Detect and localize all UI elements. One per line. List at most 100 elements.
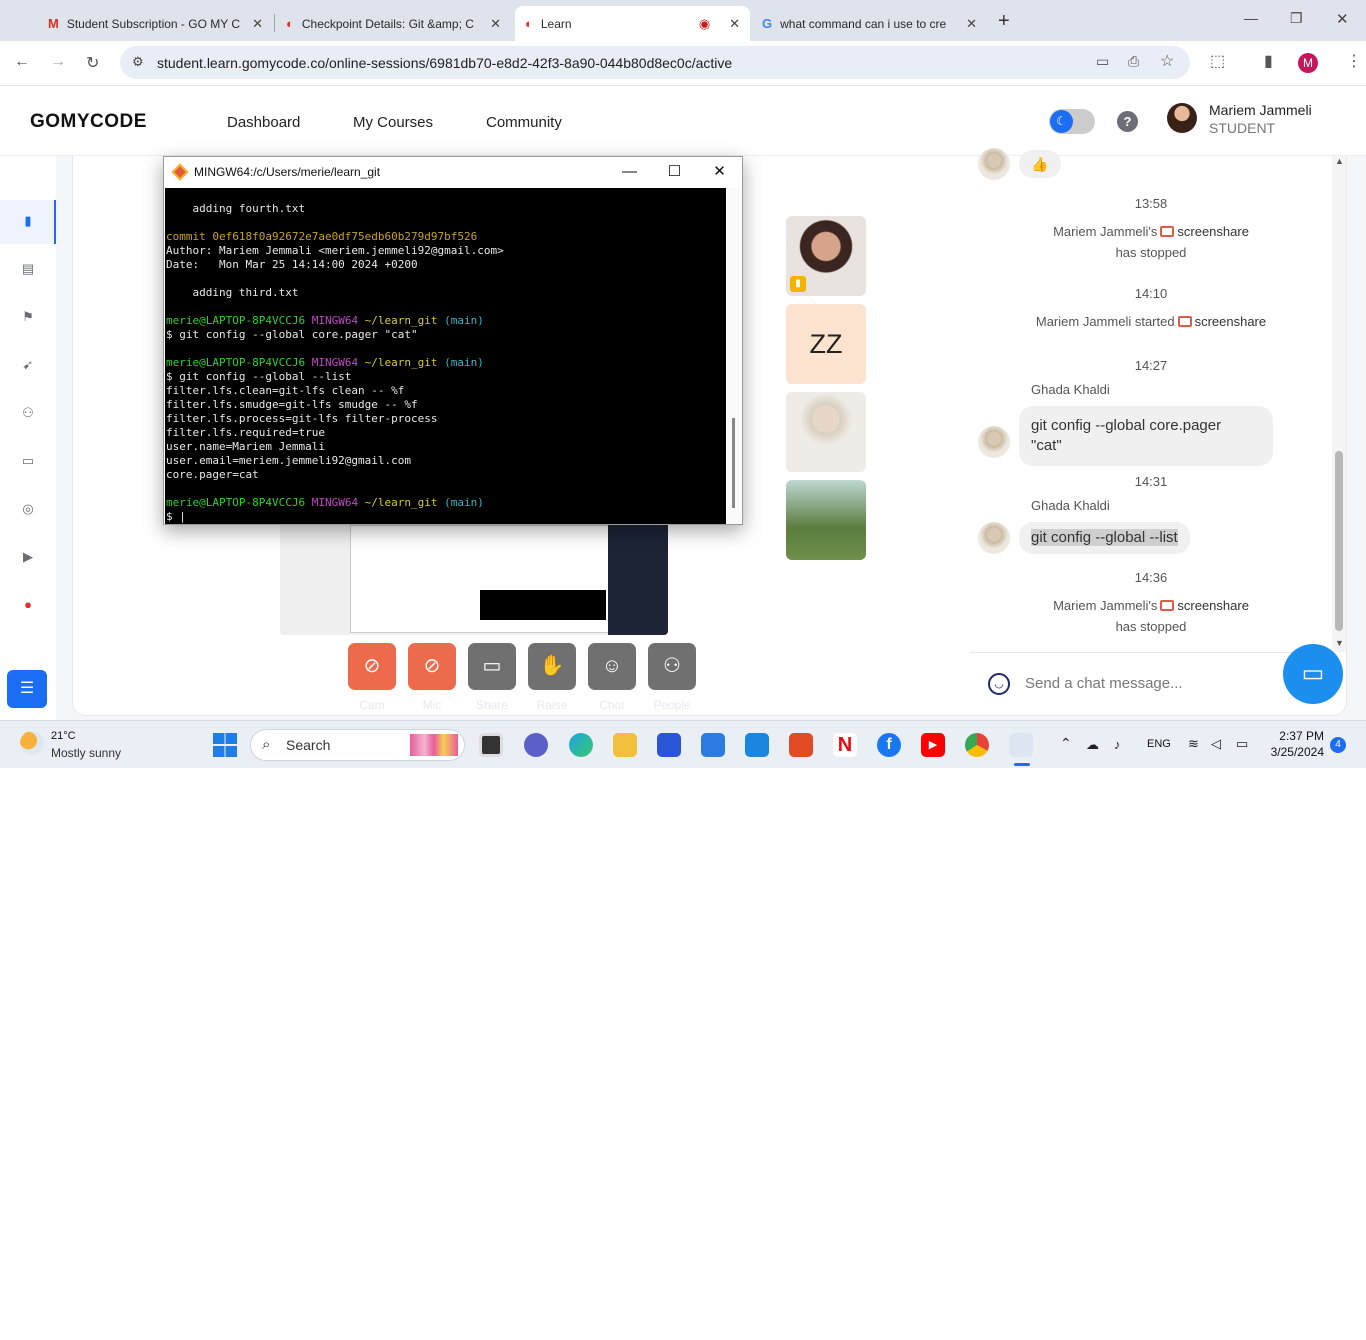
participant-initials[interactable]: ZZ bbox=[786, 304, 866, 384]
tab-learn[interactable]: ◐ Learn ◉ ✕ bbox=[515, 6, 750, 41]
camera-off-icon: ⊘ bbox=[363, 655, 381, 677]
close-icon[interactable]: ✕ bbox=[966, 16, 977, 32]
document-icon[interactable]: ▤ bbox=[20, 261, 36, 277]
participant-video[interactable] bbox=[786, 392, 866, 472]
youtube-icon[interactable]: ▶ bbox=[921, 733, 945, 757]
onedrive-icon[interactable]: ☁ bbox=[1086, 737, 1099, 753]
store-icon[interactable] bbox=[701, 733, 725, 757]
teams-icon[interactable] bbox=[524, 733, 548, 757]
minimize-icon[interactable]: — bbox=[1244, 10, 1258, 26]
nav-community[interactable]: Community bbox=[486, 114, 562, 131]
mail-icon[interactable] bbox=[745, 733, 769, 757]
sidebar: ▮ ▤ ⚑ ➹ ⚇ ▭ ◎ ▶ ● ☰ bbox=[0, 156, 56, 720]
nav-dashboard[interactable]: Dashboard bbox=[227, 114, 300, 131]
help-icon[interactable]: ? bbox=[1117, 111, 1138, 132]
terminal-scrollbar[interactable] bbox=[726, 188, 741, 524]
nav-my-courses[interactable]: My Courses bbox=[353, 114, 433, 131]
emoji-icon[interactable]: ◡ bbox=[988, 673, 1010, 695]
close-icon[interactable]: ✕ bbox=[697, 157, 742, 187]
maximize-icon[interactable]: ☐ bbox=[652, 157, 697, 187]
chrome-icon[interactable] bbox=[965, 733, 989, 757]
bookmark-star-icon[interactable]: ☆ bbox=[1160, 51, 1174, 71]
tab-gmail[interactable]: M Student Subscription - GO MY C ✕ bbox=[38, 6, 273, 41]
edge-icon[interactable] bbox=[569, 733, 593, 757]
wifi-icon[interactable]: ≋ bbox=[1188, 736, 1199, 752]
new-tab-button[interactable]: + bbox=[998, 10, 1010, 33]
scroll-thumb[interactable] bbox=[1335, 451, 1343, 631]
terminal-window[interactable]: MINGW64:/c/Users/merie/learn_git — ☐ ✕ a… bbox=[163, 156, 743, 525]
windows-start-icon[interactable] bbox=[213, 733, 237, 757]
volume-icon[interactable]: ◁ bbox=[1211, 736, 1221, 752]
terminal-titlebar[interactable]: MINGW64:/c/Users/merie/learn_git — ☐ ✕ bbox=[164, 157, 742, 187]
tab-google[interactable]: G what command can i use to cre ✕ bbox=[752, 6, 987, 41]
chat-scrollbar[interactable]: ▲ ▼ bbox=[1332, 156, 1346, 652]
back-icon[interactable]: ← bbox=[14, 53, 30, 71]
rocket-icon[interactable]: ➹ bbox=[20, 357, 36, 373]
facebook-icon[interactable]: f bbox=[877, 733, 901, 757]
gomycode-logo[interactable]: GOMYCODE bbox=[30, 111, 147, 133]
people-button[interactable]: ⚇ bbox=[648, 643, 696, 690]
close-icon[interactable]: ✕ bbox=[252, 16, 263, 32]
visual-studio-icon[interactable] bbox=[657, 733, 681, 757]
microphone-icon[interactable]: ♪ bbox=[1114, 737, 1121, 752]
menu-icon[interactable]: ⋮ bbox=[1346, 51, 1362, 71]
minimize-icon[interactable]: — bbox=[607, 157, 652, 187]
scroll-down-icon[interactable]: ▼ bbox=[1335, 638, 1344, 648]
office-icon[interactable] bbox=[789, 733, 813, 757]
weather-icon[interactable] bbox=[20, 731, 44, 755]
weather-description[interactable]: Mostly sunny bbox=[51, 746, 121, 760]
install-app-icon[interactable]: ⎙ bbox=[1128, 53, 1139, 70]
screenshare-icon bbox=[1177, 316, 1192, 327]
file-explorer-icon[interactable] bbox=[613, 733, 637, 757]
battery-icon[interactable]: ▭ bbox=[1236, 736, 1248, 752]
target-icon[interactable]: ◎ bbox=[20, 501, 36, 517]
google-icon: G bbox=[762, 16, 773, 31]
language-indicator[interactable]: ENG bbox=[1147, 738, 1171, 750]
forward-icon[interactable]: → bbox=[50, 53, 66, 71]
clock-time[interactable]: 2:37 PM bbox=[1279, 729, 1324, 743]
user-avatar[interactable] bbox=[1167, 103, 1197, 133]
support-chat-button[interactable]: ▭ bbox=[1283, 644, 1343, 704]
raise-hand-button[interactable]: ✋ bbox=[528, 643, 576, 690]
participant-video[interactable] bbox=[786, 480, 866, 560]
video-icon[interactable]: ▶ bbox=[20, 549, 36, 565]
profile-avatar[interactable]: M bbox=[1298, 53, 1318, 73]
restore-icon[interactable]: ❐ bbox=[1290, 10, 1303, 27]
task-view-icon[interactable] bbox=[479, 733, 503, 757]
close-icon[interactable]: ✕ bbox=[490, 16, 501, 32]
netflix-icon[interactable]: N bbox=[833, 733, 857, 757]
chart-icon[interactable]: ▮ bbox=[20, 213, 36, 229]
close-icon[interactable]: ✕ bbox=[729, 16, 740, 32]
list-icon[interactable]: ☰ bbox=[7, 670, 47, 708]
participant-video[interactable]: ▮ bbox=[786, 216, 866, 296]
chat-button[interactable]: ☺ bbox=[588, 643, 636, 690]
weather-temperature[interactable]: 21°C bbox=[51, 730, 76, 742]
mic-off-button[interactable]: ⊘ bbox=[408, 643, 456, 690]
camera-off-button[interactable]: ⊘ bbox=[348, 643, 396, 690]
reload-icon[interactable]: ↻ bbox=[86, 53, 99, 73]
url-field[interactable]: ⚙ student.learn.gomycode.co/online-sessi… bbox=[120, 46, 1190, 79]
scroll-thumb[interactable] bbox=[732, 418, 735, 508]
tab-checkpoint[interactable]: ◐ Checkpoint Details: Git &amp; C ✕ bbox=[276, 6, 511, 41]
laptop-icon[interactable]: ▭ bbox=[20, 453, 36, 469]
theme-toggle[interactable]: ☾ bbox=[1049, 109, 1095, 134]
clock-date[interactable]: 3/25/2024 bbox=[1262, 745, 1324, 759]
share-button[interactable]: ▭ bbox=[468, 643, 516, 690]
chat-input[interactable]: Send a chat message... bbox=[1025, 675, 1183, 692]
camera-icon[interactable]: ▭ bbox=[1096, 53, 1109, 70]
side-panel-icon[interactable]: ▮ bbox=[1264, 51, 1273, 71]
control-label: Share bbox=[475, 698, 509, 712]
notification-badge[interactable]: 4 bbox=[1330, 737, 1346, 753]
taskbar-search[interactable]: ⌕ Search bbox=[250, 729, 465, 761]
flag-icon[interactable]: ⚑ bbox=[20, 309, 36, 325]
terminal-output[interactable]: adding fourth.txt commit 0ef618f0a92672e… bbox=[165, 188, 726, 524]
chat-event: Mariem Jammeli's screenshare bbox=[1053, 224, 1249, 239]
git-bash-icon[interactable] bbox=[1009, 733, 1033, 757]
people-icon[interactable]: ⚇ bbox=[20, 405, 36, 421]
site-settings-icon[interactable]: ⚙ bbox=[132, 54, 144, 70]
extensions-icon[interactable]: ⬚ bbox=[1210, 51, 1225, 71]
close-window-icon[interactable]: ✕ bbox=[1336, 10, 1349, 28]
chevron-up-icon[interactable]: ⌃ bbox=[1060, 735, 1072, 752]
gomycode-icon[interactable]: ● bbox=[20, 597, 36, 613]
scroll-up-icon[interactable]: ▲ bbox=[1335, 156, 1344, 166]
